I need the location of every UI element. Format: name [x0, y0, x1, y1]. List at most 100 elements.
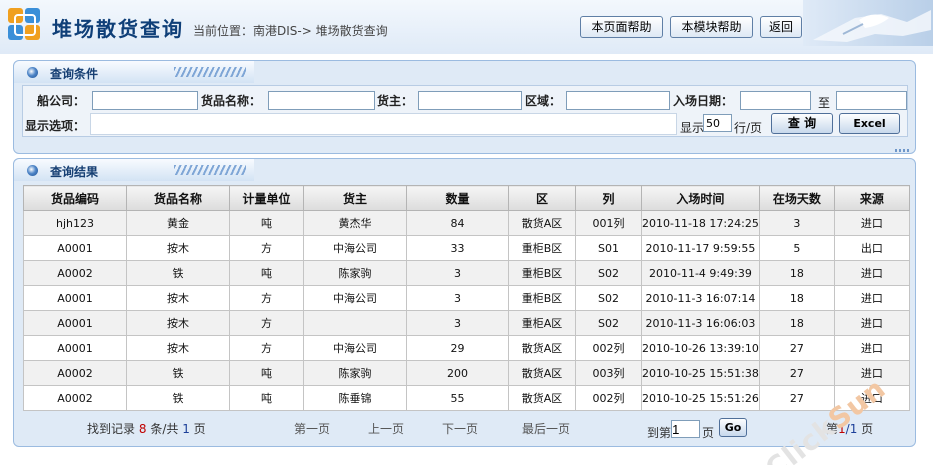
table-cell: A0001 [23, 335, 127, 361]
table-cell: A0002 [23, 260, 127, 286]
column-header[interactable]: 货品编码 [23, 185, 127, 211]
next-page-link[interactable]: 下一页 [442, 420, 478, 437]
column-header[interactable]: 来源 [833, 185, 910, 211]
column-header[interactable]: 入场时间 [641, 185, 760, 211]
table-cell: 3 [406, 310, 509, 336]
table-cell: 黄金 [126, 210, 230, 236]
bullet-icon [27, 165, 38, 176]
table-cell: S01 [575, 235, 642, 261]
table-cell: 2010-11-17 9:59:55 [641, 235, 760, 261]
first-page-link[interactable]: 第一页 [294, 420, 330, 437]
table-cell: 29 [406, 335, 509, 361]
query-button[interactable]: 查 询 [771, 113, 833, 134]
table-cell: 2010-11-4 9:49:39 [641, 260, 760, 286]
date-range-separator: 至 [818, 96, 831, 110]
table-cell: 2010-11-3 16:06:03 [641, 310, 760, 336]
table-cell: 按木 [126, 335, 230, 361]
module-help-button[interactable]: 本模块帮助 [670, 16, 753, 38]
display-options-label: 显示选项： [25, 119, 86, 133]
table-cell: 003列 [575, 360, 642, 386]
record-count-value: 8 [138, 422, 147, 436]
table-cell: 散货A区 [508, 385, 576, 411]
handshake-icon [803, 0, 933, 46]
table-cell: 27 [758, 360, 835, 386]
table-row[interactable]: A0002 铁吨陈垂锦 55 散货A区 002列 2010-10-25 15:51:26 2… [23, 385, 910, 411]
page-help-button[interactable]: 本页面帮助 [580, 16, 663, 38]
column-header[interactable]: 区 [508, 185, 576, 211]
area-input[interactable] [566, 91, 670, 110]
excel-button[interactable]: Excel [839, 113, 900, 134]
table-row[interactable]: A0001 按木方中海公司 29 散货A区 002列 2010-10-26 13:39:1… [23, 335, 910, 361]
entry-date-from-input[interactable] [740, 91, 811, 110]
page-size-input[interactable] [703, 114, 732, 132]
column-header[interactable]: 在场天数 [758, 185, 835, 211]
table-cell: 重柜B区 [508, 285, 576, 311]
table-cell: 进口 [833, 285, 910, 311]
table-row[interactable]: A0001 按木方 3 重柜A区 S02 2010-11-3 16:06:03 18 进口 [23, 310, 910, 336]
table-row[interactable]: A0002 铁吨陈家驹 200 散货A区 003列 2010-10-25 15:51:38… [23, 360, 910, 386]
page-size-prefix: 显示 [680, 121, 705, 135]
entry-date-label: 入场日期： [673, 94, 734, 108]
table-cell: 3 [406, 285, 509, 311]
last-page-link[interactable]: 最后一页 [522, 420, 570, 437]
goods-name-label: 货品名称： [201, 94, 262, 108]
table-row[interactable]: A0002 铁吨陈家驹 3 重柜B区 S02 2010-11-4 9:49:39 18 进口 [23, 260, 910, 286]
search-form: 船公司： 货品名称： 货主： 区域： 入场日期： 至 显示选项： 显示 行/页 … [22, 85, 908, 137]
app-logo-icon [8, 8, 42, 42]
shipping-company-input[interactable] [92, 91, 198, 110]
table-row[interactable]: hjh123 黄金吨黄杰华 84 散货A区 001列 2010-11-18 17:24:2… [23, 210, 910, 236]
search-panel-title: 查询条件 [50, 67, 99, 81]
table-cell: 3 [406, 260, 509, 286]
column-header[interactable]: 数量 [406, 185, 509, 211]
results-panel-header: 查询结果 [14, 159, 254, 181]
table-cell: 中海公司 [303, 285, 407, 311]
table-cell: 方 [229, 310, 304, 336]
goto-page-input[interactable] [671, 420, 700, 438]
table-cell: 陈垂锦 [303, 385, 407, 411]
table-cell: 重柜B区 [508, 235, 576, 261]
goods-name-input[interactable] [268, 91, 375, 110]
back-button[interactable]: 返回 [760, 16, 802, 38]
table-cell: 84 [406, 210, 509, 236]
table-cell: 2010-10-26 13:39:10 [641, 335, 760, 361]
header-stripes [174, 67, 246, 77]
table-cell: 2010-10-25 15:51:38 [641, 360, 760, 386]
page-size-suffix: 行/页 [734, 121, 763, 135]
table-cell: 5 [758, 235, 835, 261]
results-panel-title: 查询结果 [50, 165, 99, 179]
table-row[interactable]: A0001 按木方中海公司 33 重柜B区 S01 2010-11-17 9:59:55 5… [23, 235, 910, 261]
area-label: 区域： [525, 94, 562, 108]
prev-page-link[interactable]: 上一页 [368, 420, 404, 437]
panel-grip [895, 149, 911, 152]
column-header[interactable]: 货品名称 [126, 185, 230, 211]
table-cell: 3 [758, 210, 835, 236]
table-cell: 33 [406, 235, 509, 261]
column-header[interactable]: 列 [575, 185, 642, 211]
table-cell: 陈家驹 [303, 360, 407, 386]
column-header[interactable]: 计量单位 [229, 185, 304, 211]
table-cell: A0002 [23, 385, 127, 411]
table-cell: A0001 [23, 235, 127, 261]
column-header[interactable]: 货主 [303, 185, 407, 211]
table-cell: S02 [575, 285, 642, 311]
table-cell: 出口 [833, 235, 910, 261]
table-cell: 200 [406, 360, 509, 386]
table-cell: 进口 [833, 260, 910, 286]
table-cell: 铁 [126, 260, 230, 286]
entry-date-to-input[interactable] [836, 91, 907, 110]
table-cell: 散货A区 [508, 210, 576, 236]
go-button[interactable]: Go [719, 418, 747, 437]
table-cell: 进口 [833, 310, 910, 336]
table-cell: 2010-11-3 16:07:14 [641, 285, 760, 311]
total-pages-value: 1 [182, 422, 190, 436]
table-cell: 进口 [833, 210, 910, 236]
goto-prefix: 到第 [647, 426, 672, 440]
table-cell: 按木 [126, 285, 230, 311]
table-row[interactable]: A0001 按木方中海公司 3 重柜B区 S02 2010-11-3 16:07:14 18… [23, 285, 910, 311]
table-cell: 重柜A区 [508, 310, 576, 336]
table-cell: 按木 [126, 235, 230, 261]
cargo-owner-input[interactable] [418, 91, 522, 110]
table-cell: 18 [758, 310, 835, 336]
bullet-icon [27, 67, 38, 78]
display-options-area[interactable] [90, 113, 677, 135]
